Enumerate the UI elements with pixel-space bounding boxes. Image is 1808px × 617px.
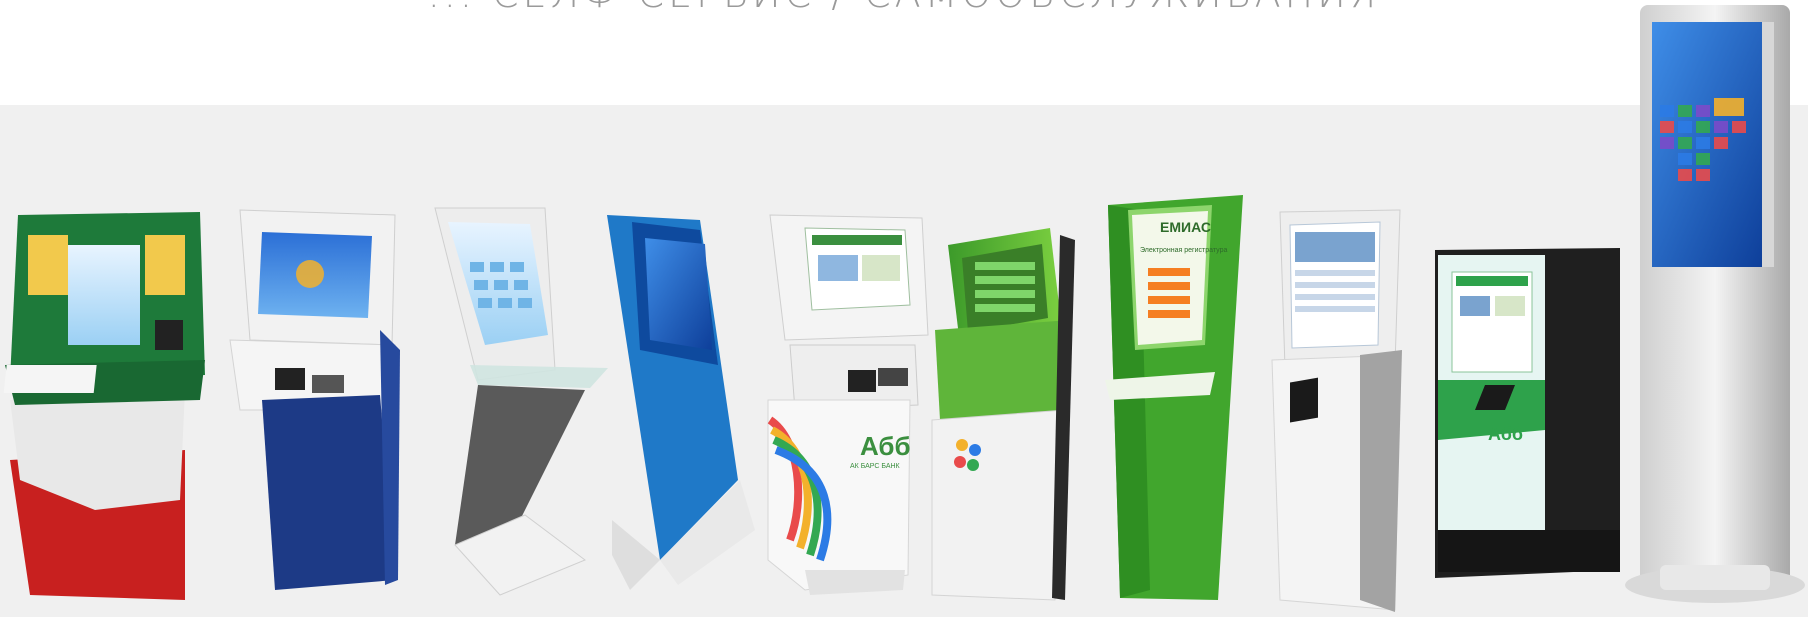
bank-logo: Абб <box>860 431 911 461</box>
kiosk-white-angled <box>434 207 608 596</box>
kiosk-green-curved <box>931 228 1075 601</box>
kiosk-black-green: Абб <box>1435 248 1620 578</box>
kiosk-blue-slim <box>607 215 755 590</box>
kiosk-tall-tower <box>1625 5 1805 603</box>
kiosk-lineup: Абб АК БАРС БАНК ЕМИАС Электронная регис… <box>3 5 1805 612</box>
kiosk-white-navy <box>229 209 400 590</box>
bank-name: АК БАРС БАНК <box>850 463 901 470</box>
kiosk-white-bank: Абб АК БАРС БАНК <box>767 214 929 595</box>
kiosk9-logo: Абб <box>1488 424 1523 444</box>
kiosk-green-red <box>3 212 205 600</box>
kiosk-white-silver <box>1271 209 1402 612</box>
kiosk-green-emias: ЕМИАС Электронная регистратура <box>1105 195 1243 600</box>
emias-subtitle: Электронная регистратура <box>1140 247 1227 254</box>
emias-title: ЕМИАС <box>1160 219 1211 235</box>
